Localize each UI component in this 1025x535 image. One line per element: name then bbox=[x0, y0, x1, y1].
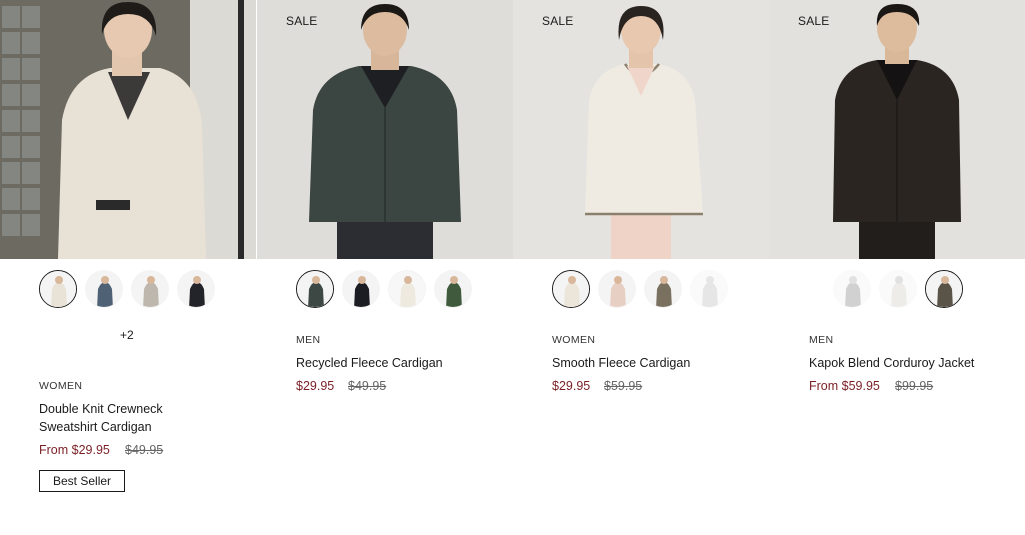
product-gender: MEN bbox=[809, 334, 834, 346]
product-gender: WOMEN bbox=[39, 380, 83, 392]
color-swatches bbox=[513, 270, 769, 310]
color-swatch[interactable] bbox=[925, 270, 963, 308]
product-name[interactable]: Kapok Blend Corduroy Jacket bbox=[809, 354, 1009, 372]
more-colors-link[interactable]: +2 bbox=[120, 328, 134, 342]
product-name-line: Sweatshirt Cardigan bbox=[39, 420, 152, 434]
product-price: From $59.95 bbox=[809, 379, 880, 393]
product-name[interactable]: Double Knit Crewneck Sweatshirt Cardigan bbox=[39, 400, 239, 436]
color-swatch[interactable] bbox=[690, 270, 728, 308]
product-price: From $29.95 bbox=[39, 443, 110, 457]
product-name-line: Double Knit Crewneck bbox=[39, 402, 163, 416]
color-swatch[interactable] bbox=[388, 270, 426, 308]
product-gender: MEN bbox=[296, 334, 321, 346]
product-price: $29.95 bbox=[552, 379, 591, 393]
product-original-price: $49.95 bbox=[125, 443, 164, 457]
product-image[interactable] bbox=[0, 0, 256, 259]
color-swatch[interactable] bbox=[39, 270, 77, 308]
product-name[interactable]: Smooth Fleece Cardigan bbox=[552, 354, 752, 372]
color-swatch[interactable] bbox=[296, 270, 334, 308]
color-swatches bbox=[257, 270, 513, 310]
color-swatches bbox=[769, 270, 1025, 310]
product-card: SALE MEN Kapok Blend Corduroy Jacket Fro… bbox=[769, 0, 1025, 535]
product-card: SALE MEN Recycled Fleece Cardigan $29.95… bbox=[257, 0, 513, 535]
color-swatch[interactable] bbox=[177, 270, 215, 308]
color-swatch[interactable] bbox=[434, 270, 472, 308]
sale-tag: SALE bbox=[286, 14, 318, 28]
color-swatch[interactable] bbox=[552, 270, 590, 308]
color-swatch[interactable] bbox=[879, 270, 917, 308]
product-original-price: $49.95 bbox=[348, 379, 387, 393]
color-swatches bbox=[0, 270, 256, 310]
color-swatch[interactable] bbox=[598, 270, 636, 308]
product-original-price: $99.95 bbox=[895, 379, 934, 393]
product-image[interactable]: SALE bbox=[769, 0, 1025, 259]
color-swatch[interactable] bbox=[644, 270, 682, 308]
product-card: +2 WOMEN Double Knit Crewneck Sweatshirt… bbox=[0, 0, 256, 535]
product-name[interactable]: Recycled Fleece Cardigan bbox=[296, 354, 496, 372]
sale-tag: SALE bbox=[542, 14, 574, 28]
color-swatch[interactable] bbox=[342, 270, 380, 308]
color-swatch[interactable] bbox=[833, 270, 871, 308]
color-swatch[interactable] bbox=[131, 270, 169, 308]
product-gender: WOMEN bbox=[552, 334, 596, 346]
product-image[interactable]: SALE bbox=[513, 0, 769, 259]
sale-tag: SALE bbox=[798, 14, 830, 28]
product-card: SALE WOMEN Smooth Fleece Cardigan $29.95… bbox=[513, 0, 769, 535]
product-image[interactable]: SALE bbox=[257, 0, 513, 259]
color-swatch[interactable] bbox=[85, 270, 123, 308]
best-seller-badge: Best Seller bbox=[39, 470, 126, 492]
product-price: $29.95 bbox=[296, 379, 335, 393]
product-original-price: $59.95 bbox=[604, 379, 643, 393]
